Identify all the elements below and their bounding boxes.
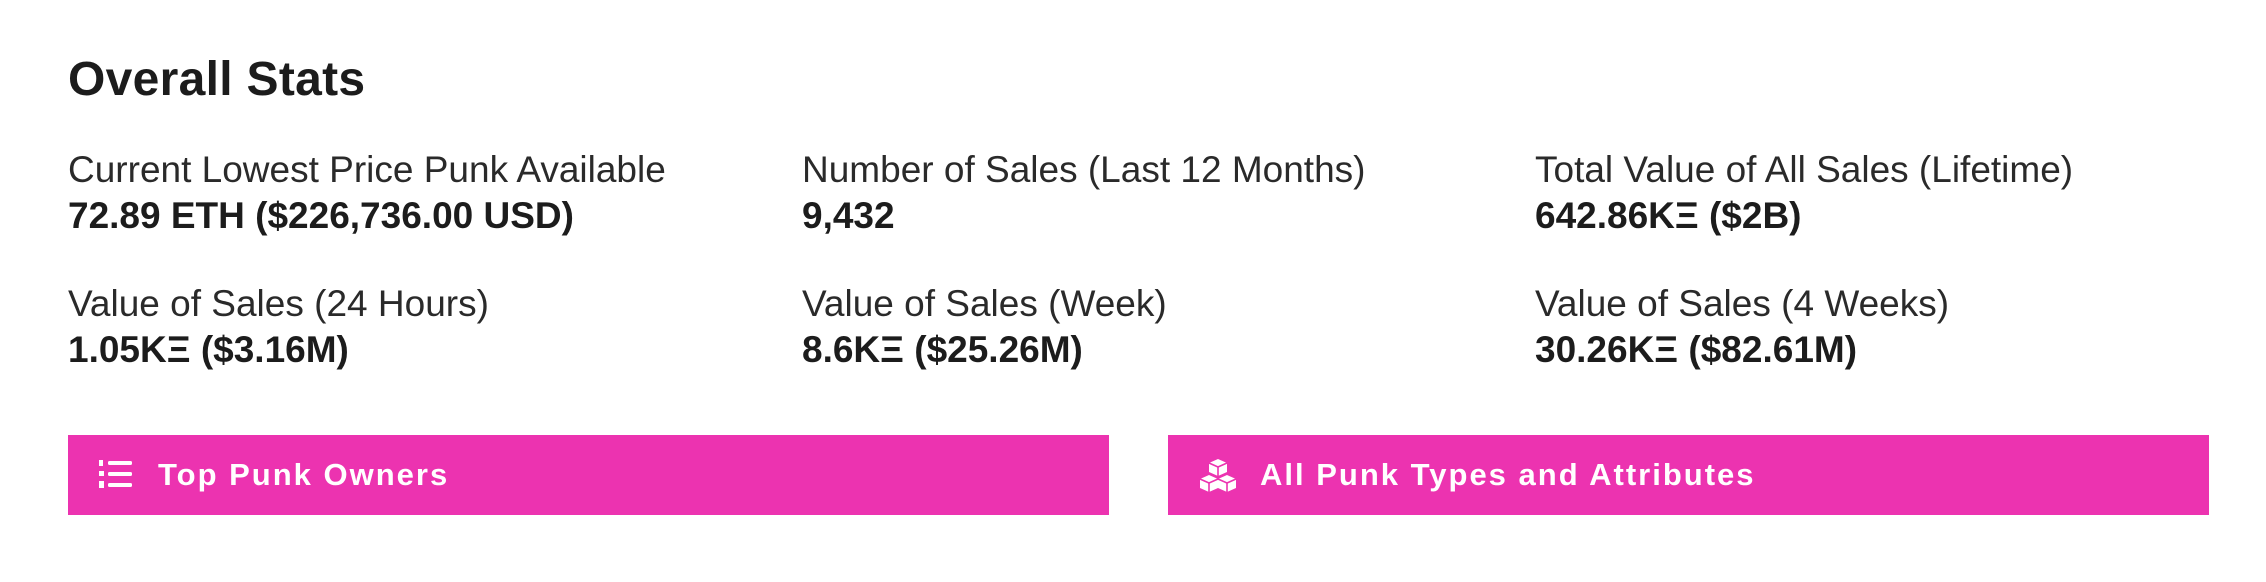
stat-value: 30.26KΞ ($82.61M) [1535, 329, 1858, 370]
stat-label: Number of Sales (Last 12 Months) [802, 149, 1366, 190]
stat-label: Value of Sales (4 Weeks) [1535, 283, 1950, 324]
section-title: Overall Stats [68, 53, 366, 106]
stat-value: 8.6KΞ ($25.26M) [802, 329, 1083, 370]
button-label: Top Punk Owners [158, 457, 450, 492]
stat-value: 642.86KΞ ($2B) [1535, 195, 1802, 236]
stat-label: Total Value of All Sales (Lifetime) [1535, 149, 2074, 190]
stat-total-value: Total Value of All Sales (Lifetime) 642.… [1535, 147, 2215, 239]
stat-label: Value of Sales (24 Hours) [68, 283, 489, 324]
stat-sales-count: Number of Sales (Last 12 Months) 9,432 [802, 147, 1482, 239]
punk-types-attributes-button[interactable]: All Punk Types and Attributes [1168, 435, 2209, 515]
cubes-icon [1198, 455, 1238, 495]
stat-value-week: Value of Sales (Week) 8.6KΞ ($25.26M) [802, 281, 1482, 373]
button-label: All Punk Types and Attributes [1260, 457, 1756, 492]
stat-value-4weeks: Value of Sales (4 Weeks) 30.26KΞ ($82.61… [1535, 281, 2215, 373]
stat-value: 9,432 [802, 195, 895, 236]
stat-value: 72.89 ETH ($226,736.00 USD) [68, 195, 574, 236]
stat-label: Current Lowest Price Punk Available [68, 149, 666, 190]
top-punk-owners-button[interactable]: Top Punk Owners [68, 435, 1109, 515]
stat-label: Value of Sales (Week) [802, 283, 1167, 324]
list-ol-icon [96, 455, 136, 495]
stat-value: 1.05KΞ ($3.16M) [68, 329, 349, 370]
stat-lowest-price: Current Lowest Price Punk Available 72.8… [68, 147, 748, 239]
stat-value-24h: Value of Sales (24 Hours) 1.05KΞ ($3.16M… [68, 281, 748, 373]
